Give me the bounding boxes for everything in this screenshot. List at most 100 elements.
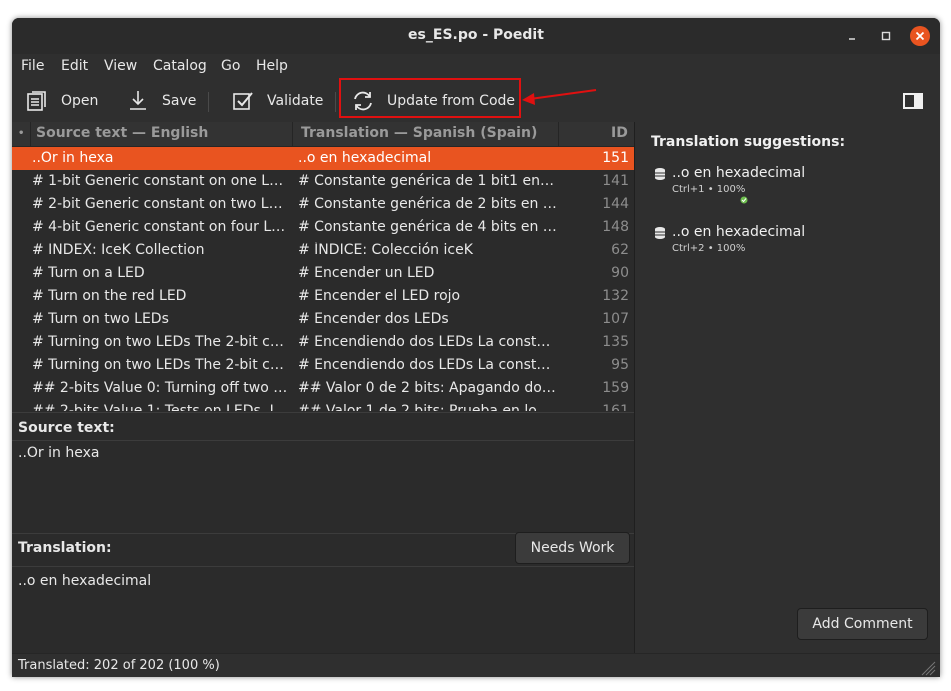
suggestion-meta: Ctrl+1 • 100% [672,184,746,195]
translation-list[interactable]: ..Or in hexa ..o en hexadecimal 151 # 1-… [12,147,634,411]
row-source: # Turn on two LEDs [32,311,169,327]
row-translation: ## Valor 1 de 2 bits: Prueba en los LEDs [298,403,558,411]
row-id: 148 [602,219,629,235]
source-text-value: ..Or in hexa [18,445,100,461]
row-source: # INDEX: IceK Collection [32,242,205,258]
row-id: 62 [611,242,629,258]
menu-go[interactable]: Go [221,58,240,74]
title-bar: es_ES.po - Poedit [12,18,940,54]
source-text-label: Source text: [18,420,115,436]
row-source: # 1-bit Generic constant on one LED on t… [32,173,290,189]
header-divider [558,122,559,146]
open-icon [27,91,46,111]
window-title: es_ES.po - Poedit [408,27,544,43]
row-id: 132 [602,288,629,304]
validate-button[interactable]: Validate [231,80,323,122]
translation-value: ..o en hexadecimal [18,573,152,589]
sidebar-toggle-button[interactable] [902,80,936,122]
open-label: Open [61,93,99,109]
toolbar-separator [208,92,209,112]
row-translation: ..o en hexadecimal [298,150,432,166]
sidebar-toggle-icon [903,93,923,109]
row-source: ## 2-bits Value 1: Tests on LEDs. It wor… [32,403,290,411]
table-row[interactable]: ## 2-bits Value 1: Tests on LEDs. It wor… [12,400,634,411]
translation-input[interactable]: ..o en hexadecimal [12,566,634,654]
save-label: Save [162,93,197,109]
row-source: # 4-bit Generic constant on four LEDs on… [32,219,290,235]
table-row[interactable]: # 4-bit Generic constant on four LEDs on… [12,216,634,239]
row-translation: # Encender el LED rojo [298,288,461,304]
suggestions-title: Translation suggestions: [651,134,846,150]
row-translation: ## Valor 0 de 2 bits: Apagando dos LEDs [298,380,558,396]
row-id: 135 [602,334,629,350]
list-header: • Source text — English Translation — Sp… [12,122,634,147]
table-row[interactable]: # 2-bit Generic constant on two LEDs on … [12,193,634,216]
row-translation: # Constante genérica de 4 bits en cuatro… [298,219,558,235]
header-source[interactable]: Source text — English [36,125,208,141]
row-id: 107 [602,311,629,327]
menu-view[interactable]: View [104,58,137,74]
resize-grip-icon[interactable] [918,658,936,676]
row-translation: # Encendiendo dos LEDs La constante de 2… [298,357,558,373]
validate-label: Validate [267,93,324,109]
row-translation: # Constante genérica de 1 bit1 en un LED… [298,173,558,189]
header-translation[interactable]: Translation — Spanish (Spain) [301,125,537,141]
check-badge-icon [740,196,748,204]
maximize-button[interactable] [876,26,896,46]
row-translation: # Encender dos LEDs [298,311,449,327]
row-translation: # ÍNDICE: Colección iceK [298,242,473,258]
close-button[interactable] [910,26,930,46]
table-row[interactable]: ## 2-bits Value 0: Turning off two LEDs … [12,377,634,400]
validate-icon [233,92,253,110]
database-icon [655,227,665,239]
table-row[interactable]: # 1-bit Generic constant on one LED on t… [12,170,634,193]
menu-file[interactable]: File [21,58,44,74]
menu-edit[interactable]: Edit [61,58,88,74]
row-source: # Turn on a LED [32,265,145,281]
add-comment-button[interactable]: Add Comment [797,608,928,640]
header-divider [292,122,293,146]
open-button[interactable]: Open [25,80,98,122]
row-source: ..Or in hexa [32,150,114,166]
row-id: 151 [602,150,629,166]
row-id: 90 [611,265,629,281]
annotation-arrow-icon [522,89,597,105]
table-row[interactable]: ..Or in hexa ..o en hexadecimal 151 [12,147,634,170]
row-source: # 2-bit Generic constant on two LEDs on … [32,196,290,212]
close-icon [915,31,925,41]
suggestion-meta: Ctrl+2 • 100% [672,243,746,254]
row-id: 159 [602,380,629,396]
table-row[interactable]: # Turning on two LEDs The 2-bit constant… [12,354,634,377]
row-id: 161 [602,403,629,411]
table-row[interactable]: # INDEX: IceK Collection # ÍNDICE: Colec… [12,239,634,262]
row-id: 95 [611,357,629,373]
suggestion-text[interactable]: ..o en hexadecimal [672,165,805,181]
main-pane: • Source text — English Translation — Sp… [12,122,634,654]
table-row[interactable]: # Turn on a LED # Encender un LED 90 [12,262,634,285]
menu-help[interactable]: Help [256,58,288,74]
suggestion-text[interactable]: ..o en hexadecimal [672,224,805,240]
save-button[interactable]: Save [126,80,196,122]
row-source: # Turning on two LEDs The 2-bit constant… [32,334,290,350]
suggestions-sidebar: Translation suggestions: ..o en hexadeci… [634,122,940,653]
toolbar-separator [335,92,336,112]
table-row[interactable]: # Turning on two LEDs The 2-bit constant… [12,331,634,354]
table-row[interactable]: # Turn on the red LED # Encender el LED … [12,285,634,308]
menu-bar: File Edit View Catalog Go Help [12,54,940,80]
row-translation: # Encendiendo dos LEDs La constante de 2… [298,334,558,350]
minimize-button[interactable] [842,26,862,46]
row-id: 144 [602,196,629,212]
row-translation: # Constante genérica de 2 bits en dos LE… [298,196,558,212]
menu-catalog[interactable]: Catalog [153,58,207,74]
table-row[interactable]: # Turn on two LEDs # Encender dos LEDs 1… [12,308,634,331]
status-bar: Translated: 202 of 202 (100 %) [12,653,940,677]
row-id: 141 [602,173,629,189]
header-divider [30,122,31,146]
database-icon [655,168,665,180]
minimize-icon [849,38,855,40]
maximize-icon [881,31,891,41]
row-translation: # Encender un LED [298,265,435,281]
needs-work-button[interactable]: Needs Work [515,532,630,564]
sort-indicator-icon[interactable]: • [18,128,24,139]
header-id[interactable]: ID [611,125,628,141]
